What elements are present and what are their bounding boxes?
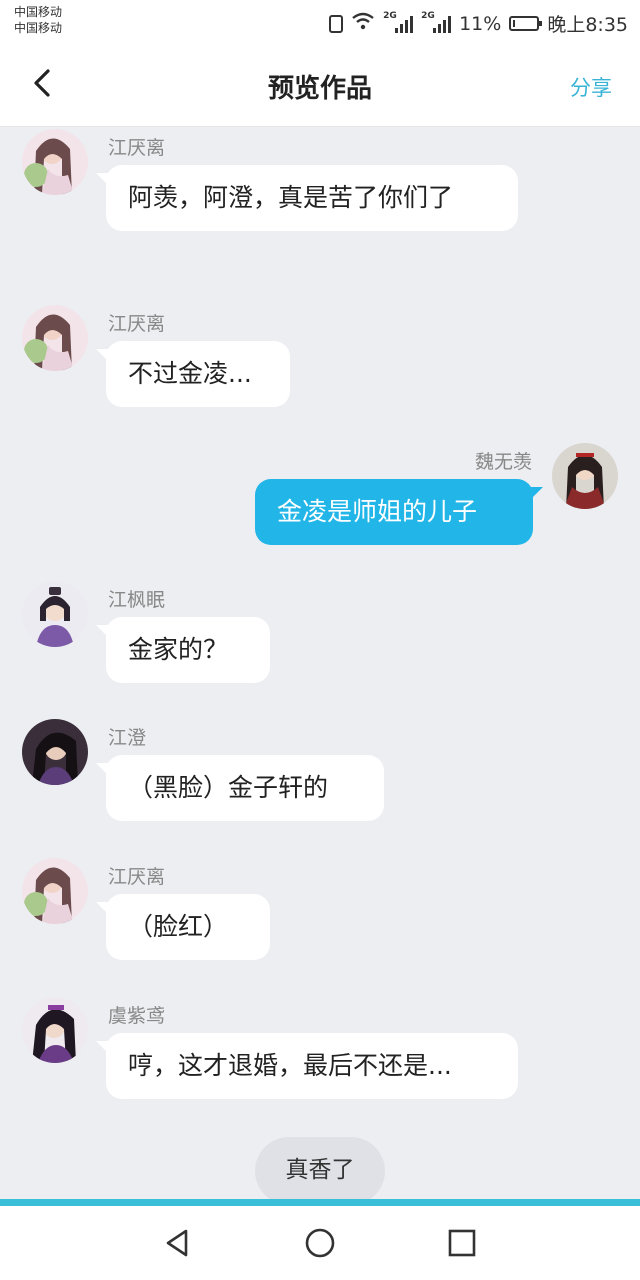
- sender-name: 虞紫鸢: [108, 1005, 166, 1027]
- avatar-wei-wuxian[interactable]: [552, 443, 618, 509]
- vibrate-icon: [329, 14, 344, 33]
- wifi-icon: [351, 12, 375, 35]
- sender-name: 江厌离: [108, 866, 166, 888]
- chat-area[interactable]: 江厌离 阿羡，阿澄，真是苦了你们了 江厌离 不过金凌... 魏无羡 金凌是师姐的…: [0, 127, 640, 1199]
- signal-icon: 2G: [383, 11, 414, 33]
- battery-percent: 11%: [459, 12, 502, 35]
- message-bubble[interactable]: 哼，这才退婚，最后不还是...: [96, 1033, 518, 1099]
- page-title: 预览作品: [267, 74, 372, 104]
- avatar-jiang-yanli[interactable]: [22, 305, 88, 371]
- triangle-back-icon: [166, 1229, 188, 1257]
- clock: 晚上8:35: [547, 14, 628, 36]
- sender-name: 江厌离: [108, 137, 166, 159]
- system-back-button[interactable]: [160, 1226, 194, 1260]
- sender-name: 江枫眠: [108, 589, 166, 611]
- message-bubble[interactable]: 阿羡，阿澄，真是苦了你们了: [96, 165, 518, 231]
- signal-icon: 2G: [421, 11, 452, 33]
- avatar-jiang-yanli[interactable]: [22, 129, 88, 195]
- message-bubble[interactable]: 金家的？: [96, 617, 270, 683]
- quick-reply-chip[interactable]: 真香了: [255, 1137, 385, 1205]
- message-bubble[interactable]: 不过金凌...: [96, 341, 290, 407]
- message-bubble[interactable]: （黑脸）金子轩的: [96, 755, 384, 821]
- carrier-1: 中国移动: [14, 5, 63, 19]
- square-recents-icon: [448, 1229, 476, 1257]
- top-navbar: 预览作品 分享: [0, 44, 640, 127]
- avatar-jiang-cheng[interactable]: [22, 719, 88, 785]
- avatar-jiang-yanli[interactable]: [22, 858, 88, 924]
- avatar-jiang-fengmian[interactable]: [22, 581, 88, 647]
- carrier-labels: 中国移动 中国移动: [14, 4, 62, 36]
- carrier-2: 中国移动: [14, 21, 63, 35]
- status-bar: 中国移动 中国移动 2G 2G 11% 晚上8:35: [0, 0, 640, 44]
- system-home-button[interactable]: [303, 1226, 337, 1260]
- battery-icon: [509, 16, 543, 31]
- sender-name: 魏无羡: [474, 451, 532, 473]
- message-bubble[interactable]: （脸红）: [96, 894, 270, 960]
- sender-name: 江澄: [108, 727, 147, 749]
- system-recents-button[interactable]: [445, 1226, 479, 1260]
- circle-home-icon: [305, 1228, 335, 1258]
- avatar-yu-ziyuan[interactable]: [22, 997, 88, 1063]
- sender-name: 江厌离: [108, 313, 166, 335]
- status-icons: 2G 2G 11% 晚上8:35: [329, 10, 628, 37]
- system-nav-bar: [0, 1206, 640, 1280]
- divider: [0, 1199, 640, 1206]
- share-button[interactable]: 分享: [570, 72, 612, 102]
- message-bubble[interactable]: 金凌是师姐的儿子: [255, 479, 543, 545]
